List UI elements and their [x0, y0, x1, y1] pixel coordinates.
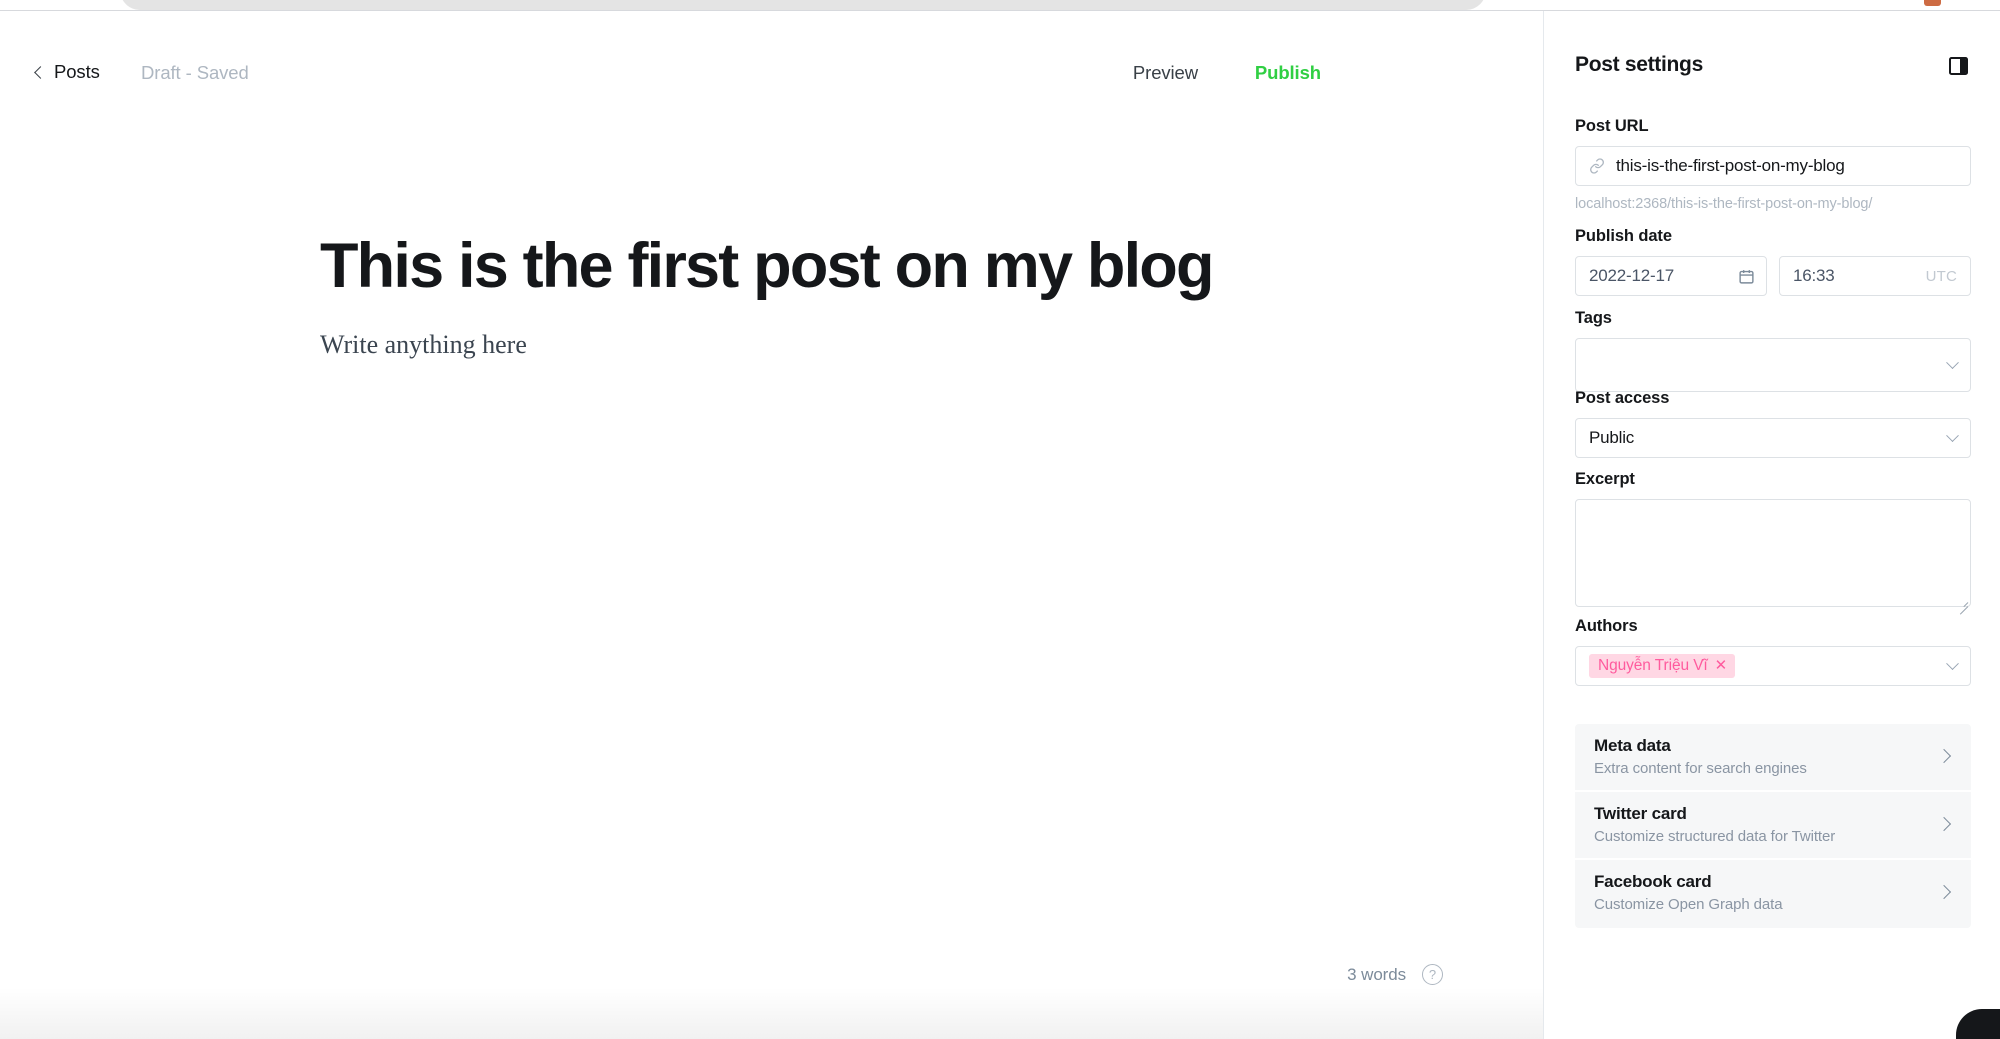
tags-label: Tags — [1575, 309, 1971, 328]
post-title-input[interactable]: This is the first post on my blog — [320, 233, 1320, 299]
editor-header: Posts Draft - Saved Preview Publish — [0, 11, 1543, 103]
author-token-label: Nguyễn Triệu Vĩ — [1598, 658, 1708, 674]
post-access-field: Post access Public — [1575, 389, 1971, 458]
word-count-label: 3 words — [1347, 965, 1406, 985]
link-icon — [1589, 158, 1605, 174]
editor-bottom-fade — [0, 987, 1543, 1039]
post-settings-sidebar: Post settings Post URL this-is-the-first… — [1543, 11, 2000, 1039]
browser-chrome-divider — [0, 10, 2000, 11]
tags-select[interactable] — [1575, 338, 1971, 392]
accordion-subtitle: Customize Open Graph data — [1594, 896, 1953, 913]
publish-date-value: 2022-12-17 — [1589, 266, 1674, 286]
tags-field: Tags — [1575, 309, 1971, 392]
publish-date-row: 2022-12-17 16:33 UTC — [1575, 256, 1971, 296]
excerpt-field: Excerpt — [1575, 470, 1971, 612]
accordion-subtitle: Customize structured data for Twitter — [1594, 828, 1953, 845]
accordion-row-twitter-card[interactable]: Twitter card Customize structured data f… — [1575, 792, 1971, 860]
accordion-title: Twitter card — [1594, 804, 1953, 824]
publish-time-input[interactable]: 16:33 UTC — [1779, 256, 1971, 296]
authors-label: Authors — [1575, 617, 1971, 636]
post-settings-body: Post URL this-is-the-first-post-on-my-bl… — [1544, 103, 2000, 1039]
authors-field: Authors Nguyễn Triệu Vĩ ✕ — [1575, 617, 1971, 686]
browser-extension-badge-icon[interactable] — [1924, 0, 1941, 6]
post-url-input[interactable]: this-is-the-first-post-on-my-blog — [1575, 146, 1971, 186]
author-token[interactable]: Nguyễn Triệu Vĩ ✕ — [1589, 654, 1735, 679]
post-url-field: Post URL this-is-the-first-post-on-my-bl… — [1575, 117, 1971, 212]
back-to-posts-link[interactable]: Posts — [36, 61, 100, 83]
post-access-label: Post access — [1575, 389, 1971, 408]
back-to-posts-label: Posts — [54, 61, 100, 83]
ghost-post-editor: Posts Draft - Saved Preview Publish This… — [0, 11, 2000, 1039]
preview-button[interactable]: Preview — [1133, 62, 1198, 84]
timezone-label: UTC — [1926, 268, 1957, 285]
post-access-value: Public — [1589, 428, 1634, 448]
accordion-title: Facebook card — [1594, 872, 1953, 892]
excerpt-textarea[interactable] — [1575, 499, 1971, 607]
post-body-editor[interactable]: Write anything here — [320, 324, 1320, 366]
browser-chrome-strip — [0, 0, 2000, 11]
publish-date-input[interactable]: 2022-12-17 — [1575, 256, 1767, 296]
settings-accordion-list: Meta data Extra content for search engin… — [1575, 724, 1971, 928]
draft-status-label: Draft - Saved — [141, 62, 249, 84]
help-icon[interactable]: ? — [1422, 964, 1443, 985]
accordion-row-meta-data[interactable]: Meta data Extra content for search engin… — [1575, 724, 1971, 792]
publish-time-value: 16:33 — [1793, 266, 1835, 286]
word-count-bar: 3 words ? — [1347, 964, 1443, 985]
excerpt-label: Excerpt — [1575, 470, 1971, 489]
chevron-down-icon — [1946, 356, 1959, 369]
chevron-left-icon — [34, 66, 47, 79]
accordion-subtitle: Extra content for search engines — [1594, 760, 1953, 777]
accordion-row-facebook-card[interactable]: Facebook card Customize Open Graph data — [1575, 860, 1971, 928]
accordion-title: Meta data — [1594, 736, 1953, 756]
post-url-label: Post URL — [1575, 117, 1971, 136]
publish-date-field: Publish date 2022-12-17 16:33 UTC — [1575, 227, 1971, 296]
browser-address-bar[interactable] — [120, 0, 1486, 10]
post-settings-title: Post settings — [1575, 53, 1703, 77]
post-url-value: this-is-the-first-post-on-my-blog — [1616, 156, 1957, 176]
chevron-down-icon — [1946, 657, 1959, 670]
post-settings-header: Post settings — [1544, 11, 2000, 103]
calendar-icon[interactable] — [1738, 268, 1755, 285]
post-url-preview: localhost:2368/this-is-the-first-post-on… — [1575, 196, 1971, 212]
post-access-select[interactable]: Public — [1575, 418, 1971, 458]
authors-select[interactable]: Nguyễn Triệu Vĩ ✕ — [1575, 646, 1971, 686]
publish-button[interactable]: Publish — [1255, 62, 1321, 84]
publish-date-label: Publish date — [1575, 227, 1971, 246]
sidebar-toggle-icon[interactable] — [1949, 57, 1968, 75]
editor-pane: Posts Draft - Saved Preview Publish This… — [0, 11, 1543, 1039]
chevron-down-icon — [1946, 429, 1959, 442]
author-token-remove-icon[interactable]: ✕ — [1715, 658, 1727, 673]
